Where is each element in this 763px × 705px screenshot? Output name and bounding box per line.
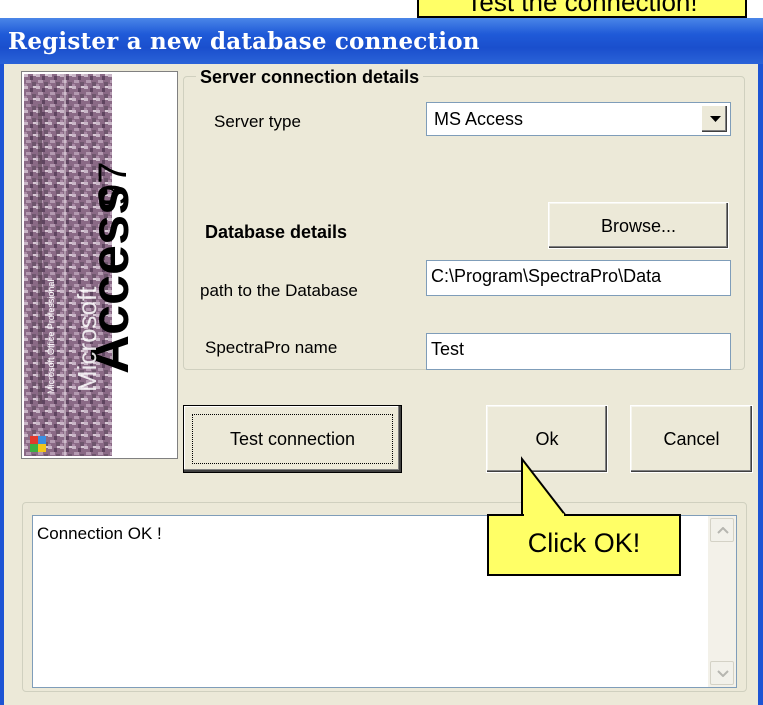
office-logo-icon (30, 436, 46, 452)
office-tagline: Microsoft Office Professional (46, 280, 56, 394)
window-title: Register a new database connection (8, 28, 480, 55)
connection-log-message: Connection OK ! (37, 524, 162, 543)
server-type-label: Server type (214, 112, 301, 131)
server-type-dropdown-button[interactable] (701, 105, 728, 133)
server-connection-group-title: Server connection details (196, 67, 424, 88)
window-frame-left (0, 64, 4, 705)
log-scrollbar[interactable] (708, 516, 736, 687)
window-frame-right (758, 64, 763, 705)
scroll-down-button[interactable] (710, 661, 734, 685)
chevron-down-icon (717, 670, 729, 677)
server-type-select[interactable]: MS Access (426, 102, 731, 136)
callout-test-connection: Test the connection! (417, 0, 747, 18)
register-database-dialog: Test the connection! Register a new data… (0, 0, 763, 705)
chevron-down-icon (710, 116, 721, 122)
callout-test-connection-text: Test the connection! (466, 0, 698, 17)
browse-button[interactable]: Browse... (548, 202, 729, 249)
chevron-up-icon (717, 527, 729, 534)
ok-button[interactable]: Ok (486, 405, 608, 473)
test-connection-button[interactable]: Test connection (183, 405, 402, 473)
database-details-heading: Database details (205, 222, 348, 242)
scroll-up-button[interactable] (710, 518, 734, 542)
cancel-button[interactable]: Cancel (630, 405, 753, 473)
spectrapro-name-label: SpectraPro name (205, 338, 338, 357)
test-connection-button-label: Test connection (229, 429, 356, 449)
microsoft-wordmark: Microsoft (72, 286, 102, 392)
database-path-label: path to the Database (200, 281, 358, 300)
callout-click-ok: Click OK! (487, 514, 681, 576)
cancel-button-label: Cancel (663, 429, 720, 449)
callout-click-ok-text: Click OK! (527, 528, 641, 558)
spectrapro-name-input[interactable]: Test (426, 333, 731, 370)
browse-button-label: Browse... (600, 216, 677, 236)
database-path-input[interactable]: C:\Program\SpectraPro\Data (426, 260, 731, 296)
ok-button-label: Ok (535, 429, 559, 449)
access-97-product-image: Access 97 Microsoft Microsoft Office Pro… (21, 71, 178, 459)
access-version: 97 (91, 162, 135, 207)
server-type-value: MS Access (434, 109, 524, 129)
